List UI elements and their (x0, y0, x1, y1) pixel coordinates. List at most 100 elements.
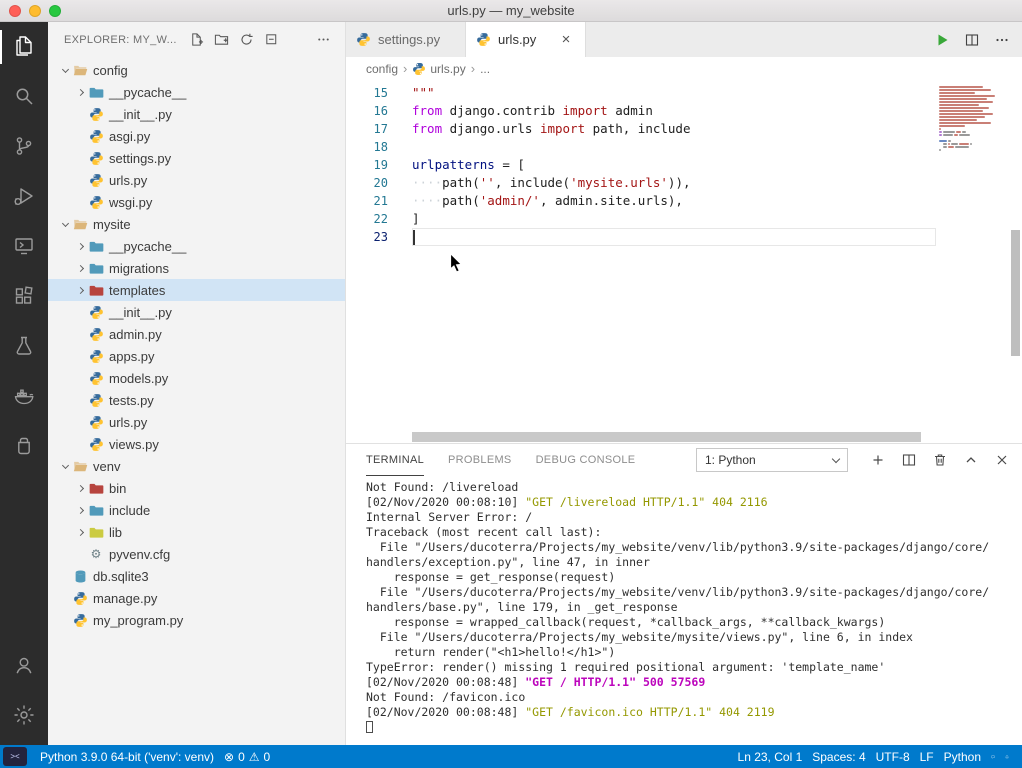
activity-bar-top (0, 22, 48, 472)
code-line-23: 23 (346, 228, 936, 246)
tree-item-venv[interactable]: venv (48, 455, 345, 477)
kill-terminal-button[interactable] (932, 452, 948, 468)
tree-item-include[interactable]: include (48, 499, 345, 521)
split-editor-button[interactable] (964, 32, 980, 48)
collapse-all-button[interactable] (264, 32, 280, 48)
activity-extensions-button[interactable] (0, 272, 48, 322)
tab-urls-py[interactable]: urls.py× (466, 22, 586, 57)
tree-item--init-py[interactable]: __init__.py (48, 103, 345, 125)
tree-item-db-sqlite3[interactable]: db.sqlite3 (48, 565, 345, 587)
close-window-button[interactable] (9, 5, 21, 17)
tree-item-urls-py[interactable]: urls.py (48, 169, 345, 191)
code-line-15: 15""" (346, 84, 936, 102)
code-line-17: 17from django.urls import path, include (346, 120, 936, 138)
folder-icon (88, 502, 104, 518)
activity-run-debug-button[interactable] (0, 172, 48, 222)
tree-item-wsgi-py[interactable]: wsgi.py (48, 191, 345, 213)
folder-icon (88, 282, 104, 298)
new-terminal-button[interactable] (870, 452, 886, 468)
cursor-position-status[interactable]: Ln 23, Col 1 (733, 750, 808, 764)
notifications-bell-icon[interactable] (1000, 750, 1014, 764)
tree-item--pycache-[interactable]: __pycache__ (48, 235, 345, 257)
traffic-lights (9, 5, 61, 17)
code-line-22: 22] (346, 210, 936, 228)
line-number: 18 (346, 138, 412, 156)
tree-item-models-py[interactable]: models.py (48, 367, 345, 389)
activity-settings-gear-button[interactable] (0, 691, 48, 741)
docker-whale-icon (12, 384, 36, 411)
remote-indicator[interactable]: >< (3, 747, 27, 766)
breadcrumb-item[interactable]: urls.py (412, 62, 465, 76)
panel-tab-terminal[interactable]: TERMINAL (366, 444, 424, 476)
tree-item-tests-py[interactable]: tests.py (48, 389, 345, 411)
panel-tab-debug-console[interactable]: DEBUG CONSOLE (536, 444, 636, 476)
panel-actions (870, 452, 1010, 468)
indentation-status[interactable]: Spaces: 4 (807, 750, 870, 764)
tree-item-lib[interactable]: lib (48, 521, 345, 543)
run-button[interactable] (934, 32, 950, 48)
python-icon (88, 128, 104, 144)
python-icon (88, 348, 104, 364)
activity-account-button[interactable] (0, 641, 48, 691)
tree-item-bin[interactable]: bin (48, 477, 345, 499)
tree-item-pyvenv-cfg[interactable]: ⚙pyvenv.cfg (48, 543, 345, 565)
sidebar-header-actions (189, 32, 331, 48)
tree-item-my-program-py[interactable]: my_program.py (48, 609, 345, 631)
tab-settings-py[interactable]: settings.py (346, 22, 466, 57)
folder-open-icon (72, 216, 88, 232)
tree-item--pycache-[interactable]: __pycache__ (48, 81, 345, 103)
python-icon (88, 326, 104, 342)
maximize-panel-button[interactable] (963, 452, 979, 468)
encoding-status[interactable]: UTF-8 (871, 750, 915, 764)
python-icon (72, 612, 88, 628)
tree-item-templates[interactable]: templates (48, 279, 345, 301)
python-interpreter-status[interactable]: Python 3.9.0 64-bit ('venv': venv) (35, 745, 219, 768)
tree-item-asgi-py[interactable]: asgi.py (48, 125, 345, 147)
activity-explorer-button[interactable] (0, 22, 48, 72)
tree-item-config[interactable]: config (48, 59, 345, 81)
error-icon: ⊗ (224, 750, 234, 764)
vertical-scrollbar[interactable] (1011, 230, 1020, 356)
feedback-icon[interactable] (986, 750, 1000, 764)
zoom-window-button[interactable] (49, 5, 61, 17)
activity-search-button[interactable] (0, 72, 48, 122)
close-tab-icon[interactable]: × (557, 31, 575, 48)
breadcrumb-item[interactable]: ... (480, 62, 490, 76)
breadcrumb-item[interactable]: config (366, 62, 398, 76)
tree-item--init-py[interactable]: __init__.py (48, 301, 345, 323)
activity-docker-whale-button[interactable] (0, 372, 48, 422)
activity-package-jar-button[interactable] (0, 422, 48, 472)
code-content[interactable]: 15"""16from django.contrib import admin1… (346, 80, 936, 431)
tree-item-urls-py[interactable]: urls.py (48, 411, 345, 433)
folder-icon (88, 524, 104, 540)
tree-item-views-py[interactable]: views.py (48, 433, 345, 455)
tree-item-apps-py[interactable]: apps.py (48, 345, 345, 367)
folder-icon (88, 238, 104, 254)
activity-source-control-button[interactable] (0, 122, 48, 172)
activity-test-beaker-button[interactable] (0, 322, 48, 372)
horizontal-scrollbar[interactable] (412, 432, 926, 442)
chevron-right-icon (74, 90, 88, 95)
split-terminal-button[interactable] (901, 452, 917, 468)
new-folder-button[interactable] (214, 32, 230, 48)
new-file-button[interactable] (189, 32, 205, 48)
more-button[interactable] (315, 32, 331, 48)
panel-tab-problems[interactable]: PROBLEMS (448, 444, 512, 476)
minimap[interactable] (936, 80, 1008, 431)
activity-remote-explorer-button[interactable] (0, 222, 48, 272)
eol-status[interactable]: LF (915, 750, 939, 764)
tree-item-mysite[interactable]: mysite (48, 213, 345, 235)
tree-item-settings-py[interactable]: settings.py (48, 147, 345, 169)
terminal-output[interactable]: Not Found: /livereload[02/Nov/2020 00:08… (346, 476, 1022, 745)
terminal-shell-select[interactable]: 1: Python (696, 448, 848, 472)
problems-status[interactable]: ⊗ 0 ⚠ 0 (219, 745, 275, 768)
minimize-window-button[interactable] (29, 5, 41, 17)
tree-item-migrations[interactable]: migrations (48, 257, 345, 279)
tree-item-manage-py[interactable]: manage.py (48, 587, 345, 609)
more-button[interactable] (994, 32, 1010, 48)
tree-item-admin-py[interactable]: admin.py (48, 323, 345, 345)
refresh-button[interactable] (239, 32, 255, 48)
language-status[interactable]: Python (939, 750, 986, 764)
close-panel-button[interactable] (994, 452, 1010, 468)
warning-count: 0 (264, 750, 271, 764)
